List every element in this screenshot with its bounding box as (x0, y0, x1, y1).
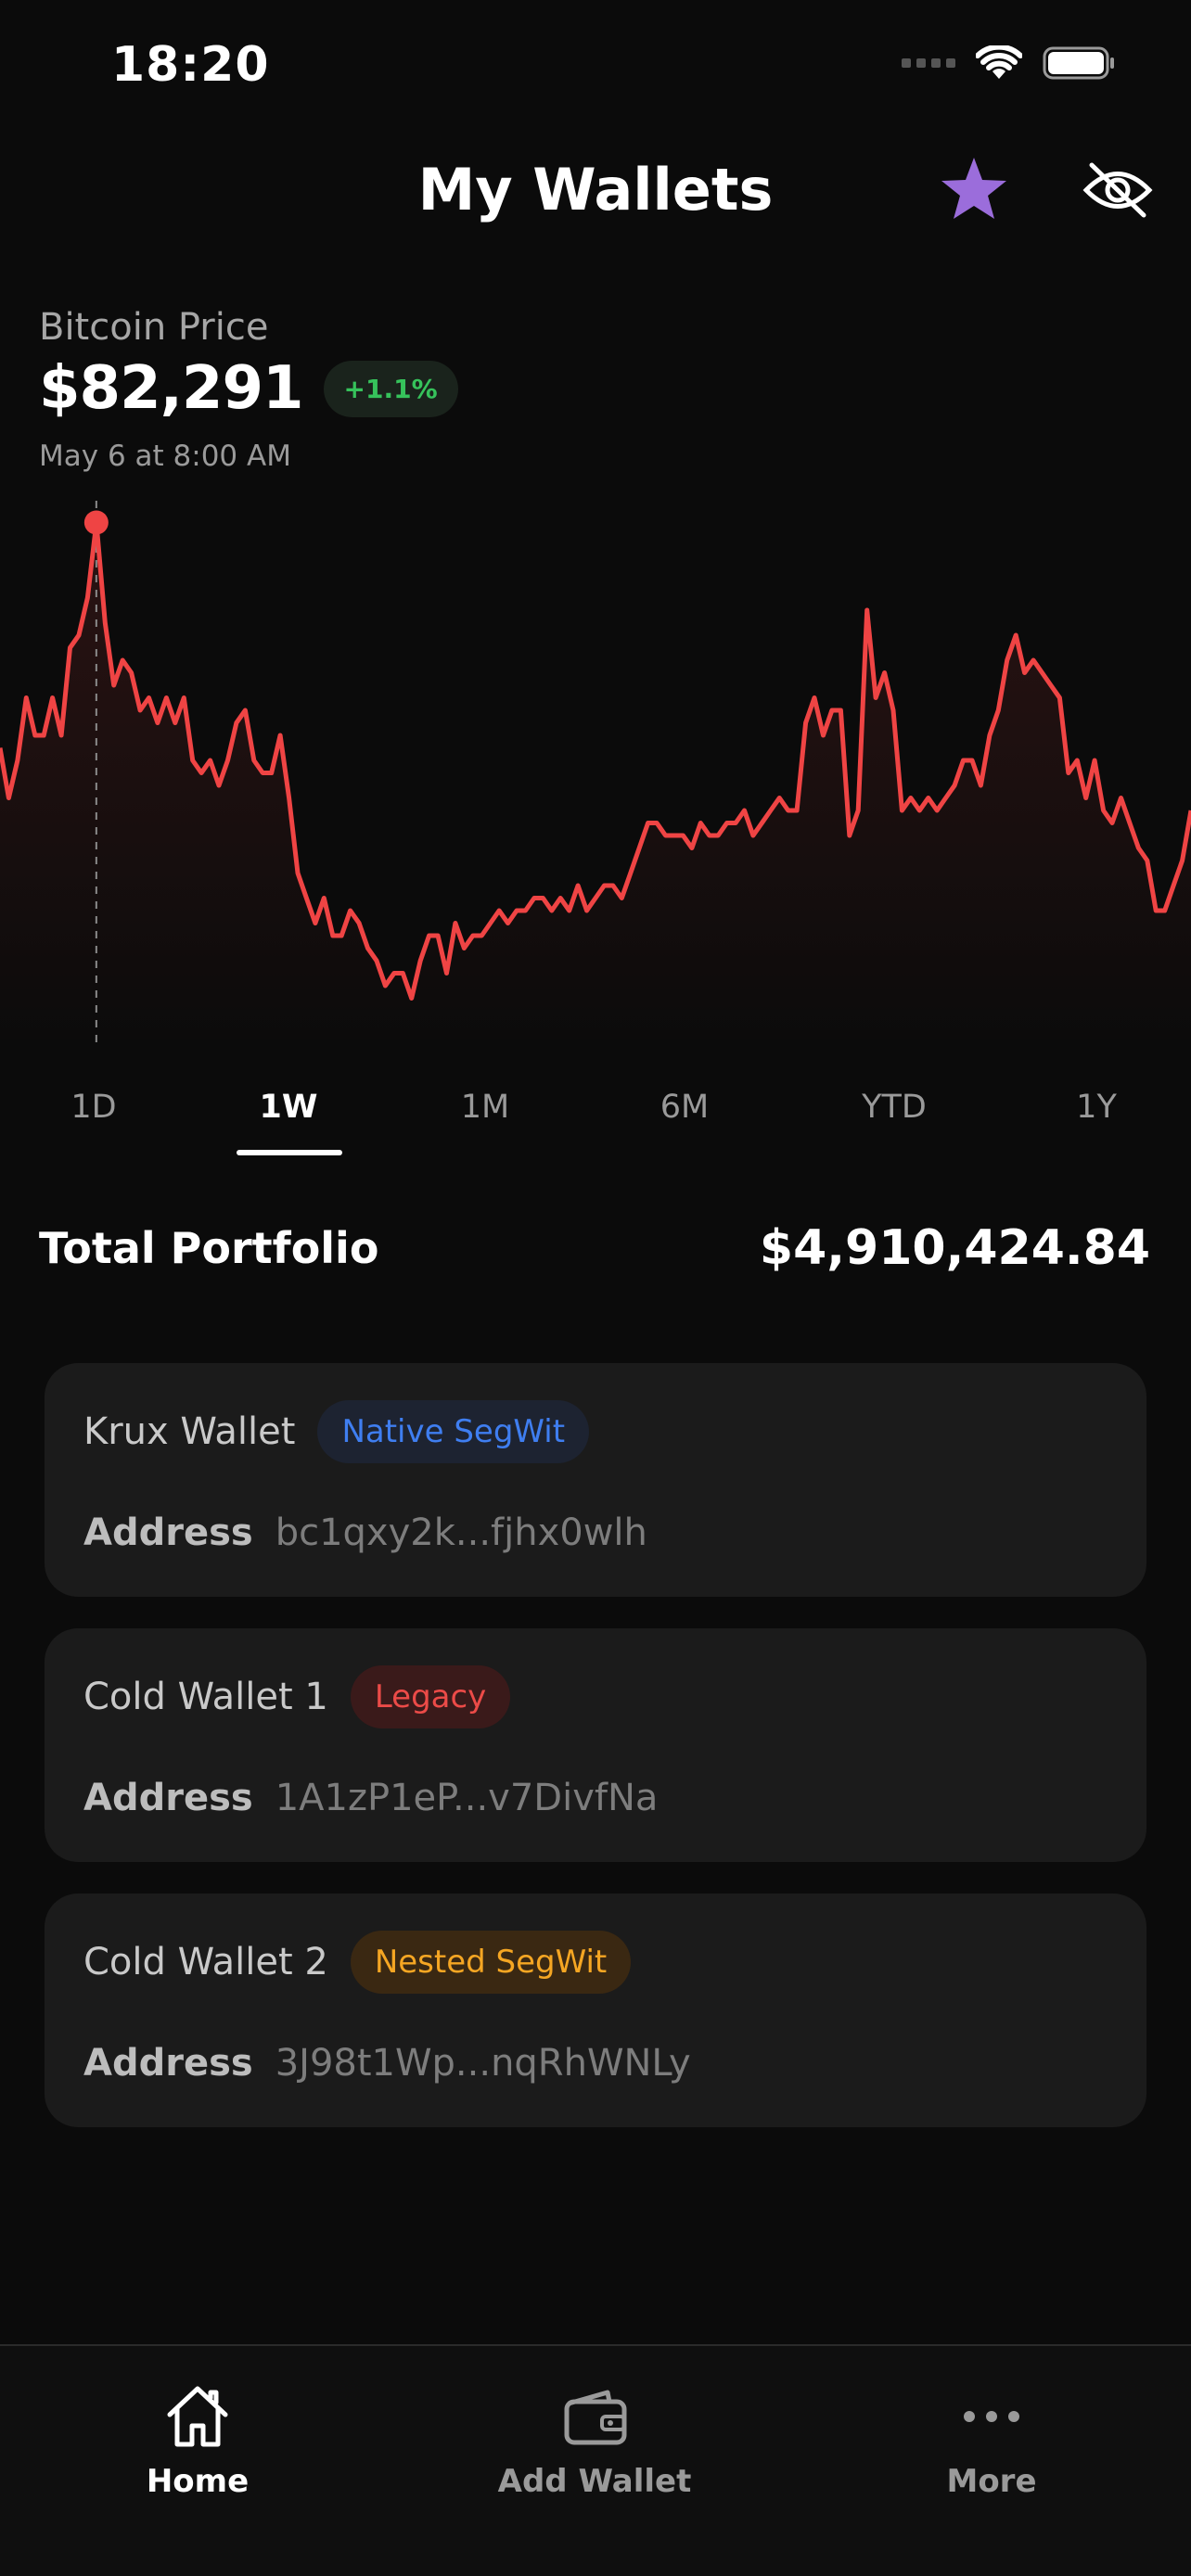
period-selector: 1D 1W 1M 6M YTD 1Y (0, 1076, 1191, 1155)
address-label: Address (83, 2042, 253, 2085)
status-icons (902, 45, 1117, 82)
period-ytd[interactable]: YTD (862, 1089, 927, 1126)
wallet-card[interactable]: Cold Wallet 2 Nested SegWit Address 3J98… (45, 1894, 1146, 2127)
cellular-signal-icon (902, 58, 955, 68)
total-portfolio: Total Portfolio $4,910,424.84 (39, 1220, 1150, 1276)
page-title: My Wallets (417, 156, 774, 223)
wallet-address: 3J98t1Wp...nqRhWNLy (275, 2042, 691, 2085)
period-6m[interactable]: 6M (660, 1089, 709, 1126)
tab-add-wallet[interactable]: Add Wallet (455, 2383, 734, 2500)
tab-add-wallet-label: Add Wallet (497, 2463, 692, 2500)
header: My Wallets (0, 139, 1191, 241)
status-bar: 18:20 (0, 0, 1191, 139)
portfolio-value: $4,910,424.84 (759, 1220, 1150, 1276)
price-change-badge: +1.1% (323, 360, 458, 417)
price-label: Bitcoin Price (39, 306, 269, 349)
wallet-icon (564, 2390, 627, 2445)
wallet-name: Cold Wallet 2 (83, 1941, 328, 1983)
price-chart[interactable] (0, 491, 1191, 1048)
favorites-button[interactable] (937, 152, 1011, 226)
chart-selected-point[interactable] (83, 510, 109, 535)
home-icon (167, 2386, 228, 2447)
star-icon (941, 158, 1006, 219)
price-value: $82,291 (39, 354, 303, 423)
period-1d[interactable]: 1D (70, 1089, 116, 1126)
wallet-type-badge: Native SegWit (317, 1400, 590, 1463)
hide-balance-button[interactable] (1081, 158, 1155, 223)
wallet-type-badge: Legacy (350, 1665, 511, 1728)
wallet-card[interactable]: Krux Wallet Native SegWit Address bc1qxy… (45, 1363, 1146, 1597)
wallet-address: 1A1zP1eP...v7DivfNa (275, 1777, 659, 1819)
wallet-card[interactable]: Cold Wallet 1 Legacy Address 1A1zP1eP...… (45, 1628, 1146, 1862)
period-1y[interactable]: 1Y (1076, 1089, 1117, 1126)
battery-icon (1043, 46, 1114, 80)
wallet-address: bc1qxy2k...fjhx0wlh (275, 1511, 647, 1554)
period-1w[interactable]: 1W (260, 1089, 318, 1126)
period-1m[interactable]: 1M (461, 1089, 509, 1126)
wifi-icon (976, 45, 1022, 79)
price-row: $82,291 +1.1% (39, 354, 458, 423)
active-period-indicator (237, 1150, 342, 1155)
wallet-name: Krux Wallet (83, 1410, 296, 1453)
tab-home[interactable]: Home (58, 2383, 337, 2500)
wallet-name: Cold Wallet 1 (83, 1676, 328, 1718)
bitcoin-price-block: Bitcoin Price $82,291 +1.1% May 6 at 8:0… (39, 306, 458, 473)
tab-more-label: More (946, 2463, 1037, 2500)
status-time: 18:20 (111, 37, 270, 93)
address-label: Address (83, 1511, 253, 1554)
tab-more[interactable]: More (852, 2383, 1131, 2500)
price-date: May 6 at 8:00 AM (39, 440, 291, 473)
tab-home-label: Home (146, 2463, 250, 2500)
more-icon (964, 2411, 1019, 2422)
portfolio-label: Total Portfolio (39, 1223, 379, 1273)
tab-bar: Home Add Wallet More (0, 2344, 1191, 2576)
address-label: Address (83, 1777, 253, 1819)
wallet-type-badge: Nested SegWit (350, 1931, 632, 1994)
chart-area-fill (0, 522, 1191, 1048)
eye-off-icon (1082, 162, 1153, 218)
